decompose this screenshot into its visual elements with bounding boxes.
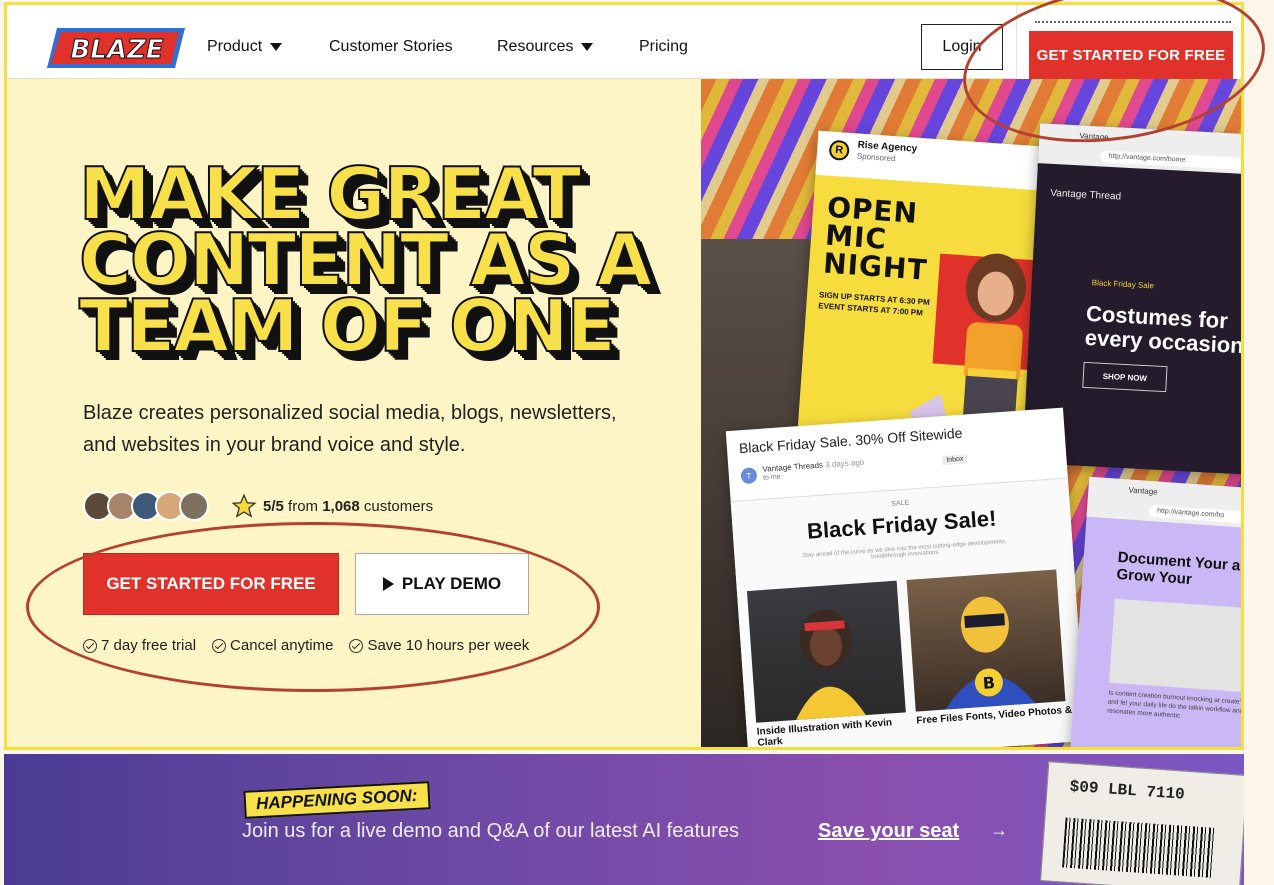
sender-name: Vantage Threads <box>762 460 824 474</box>
hero-get-started-button[interactable]: GET STARTED FOR FREE <box>83 553 339 615</box>
email-body: SALE Black Friday Sale! Stay ahead of th… <box>730 477 1087 747</box>
blaze-logo-text: BLAZE <box>70 35 163 65</box>
rating-text: 5/5 from 1,068 customers <box>263 498 433 515</box>
star-icon <box>231 493 257 518</box>
rise-agency-logo: R <box>828 139 850 161</box>
ticket-text: $09 LBL 7110 <box>1069 777 1186 804</box>
rating-from: from <box>288 497 319 515</box>
page-frame: BLAZE Product Customer Stories Resources… <box>4 2 1244 750</box>
blog-title: Document Your and Grow Your <box>1116 548 1244 589</box>
play-demo-label: PLAY DEMO <box>401 574 502 593</box>
nav-pricing[interactable]: Pricing <box>639 38 688 56</box>
ticket-image: $09 LBL 7110 <box>1040 761 1244 885</box>
nav-customer-stories-label: Customer Stories <box>329 38 453 55</box>
browser-url: http://vantage.com/ho <box>1148 504 1241 526</box>
shop-now-button: SHOP NOW <box>1082 361 1168 393</box>
black-friday-tag: Black Friday Sale <box>1091 278 1155 291</box>
perk-label: Save 10 hours per week <box>367 637 530 654</box>
browser-url: http://vantage.com/home <box>1100 150 1241 171</box>
rating-suffix: customers <box>363 497 434 515</box>
chevron-down-icon <box>581 43 594 51</box>
happening-soon-badge: HAPPENING SOON: <box>243 781 431 819</box>
header-get-started-button[interactable]: GET STARTED FOR FREE <box>1029 31 1233 79</box>
email-subject: Black Friday Sale. 30% Off Sitewide <box>738 424 963 457</box>
banner-text: Join us for a live demo and Q&A of our l… <box>242 820 739 842</box>
hero-subtitle: Blaze creates personalized social media,… <box>83 397 663 461</box>
perk-label: 7 day free trial <box>101 637 197 654</box>
inbox-badge: Inbox <box>942 454 968 466</box>
email-preview-card: Black Friday Sale. 30% Off Sitewide T Va… <box>725 407 1087 747</box>
rating-count: 1,068 <box>322 497 360 515</box>
blog-image <box>1109 598 1241 694</box>
email-recipient: to me <box>762 473 781 482</box>
perk-item: Cancel anytime <box>212 637 333 654</box>
avatar <box>179 491 209 521</box>
site-header: BLAZE Product Customer Stories Resources… <box>7 5 1241 91</box>
blog-preview-card: Vantage http://vantage.com/ho Document Y… <box>1069 476 1244 747</box>
svg-text:B: B <box>982 673 995 693</box>
blaze-logo[interactable]: BLAZE <box>47 28 185 68</box>
superhero-woman-thumbnail <box>746 580 906 723</box>
vantage-brand: Vantage Thread <box>1050 187 1122 203</box>
sender-meta: 3 days ago <box>824 457 865 470</box>
webinar-banner: HAPPENING SOON: Join us for a live demo … <box>4 754 1244 885</box>
sender-avatar: T <box>740 467 758 485</box>
hero-collage: R Rise Agency Sponsored ••• OPEN MIC NIG… <box>701 79 1244 747</box>
blog-text: Is content creation burnout knocking at … <box>1106 689 1244 720</box>
hero-headline: MAKE GREAT CONTENT AS A TEAM OF ONE <box>78 157 699 368</box>
perks-list: 7 day free trial Cancel anytime Save 10 … <box>83 637 529 654</box>
chevron-down-icon <box>270 43 283 51</box>
event-times: SIGN UP STARTS AT 6:30 PM EVENT STARTS A… <box>818 289 930 319</box>
login-button[interactable]: Login <box>921 24 1003 70</box>
nav-customer-stories[interactable]: Customer Stories <box>329 38 453 56</box>
superhero-man-thumbnail-art: B <box>945 596 1036 710</box>
headline-line-3: TEAM OF ONE <box>78 284 617 368</box>
subtitle-line-1: Blaze creates personalized social media,… <box>83 402 617 424</box>
superhero-woman-thumbnail-art <box>796 609 866 720</box>
nav-product[interactable]: Product <box>207 38 283 56</box>
nav-pricing-label: Pricing <box>639 38 688 55</box>
browser-tab: Vantage <box>1128 485 1158 497</box>
subtitle-line-2: and websites in your brand voice and sty… <box>83 434 466 456</box>
browser-tab: Vantage <box>1079 131 1109 142</box>
customer-rating: 5/5 from 1,068 customers <box>83 491 433 521</box>
nav-product-label: Product <box>207 38 263 55</box>
check-circle-icon <box>212 638 227 653</box>
barcode-image <box>1062 817 1216 878</box>
check-circle-icon <box>83 638 97 653</box>
arrow-right-icon[interactable]: → <box>990 820 1008 841</box>
perk-item: Save 10 hours per week <box>349 637 529 654</box>
sponsored-label: Sponsored <box>856 151 896 164</box>
perk-label: Cancel anytime <box>230 637 334 654</box>
email-sender: Vantage Threads 3 days ago <box>762 458 864 474</box>
perk-item: 7 day free trial <box>83 637 196 654</box>
rating-score: 5/5 <box>263 497 284 515</box>
check-circle-icon <box>349 638 364 653</box>
dotted-divider <box>1035 21 1231 23</box>
play-icon <box>382 577 394 591</box>
costumes-headline: Costumes for every occasion <box>1084 300 1244 359</box>
superhero-man-thumbnail: B <box>906 569 1066 712</box>
nav-resources[interactable]: Resources <box>497 38 594 56</box>
play-demo-button[interactable]: PLAY DEMO <box>355 553 529 615</box>
nav-resources-label: Resources <box>497 38 574 55</box>
save-your-seat-link[interactable]: Save your seat <box>818 820 959 843</box>
